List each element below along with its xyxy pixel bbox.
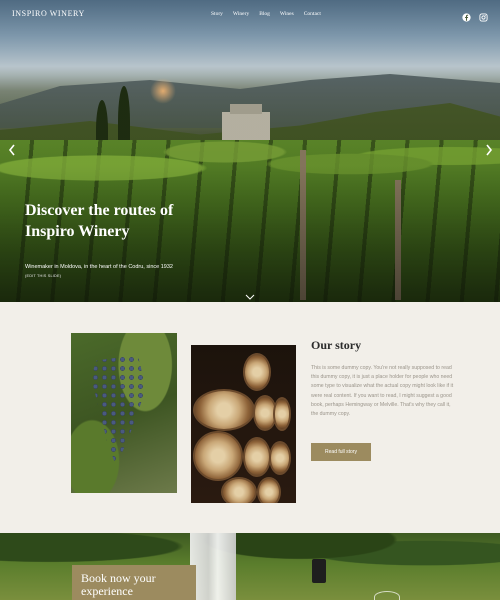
story-title: Our story: [311, 338, 362, 352]
barrel: [243, 437, 271, 477]
hero-subtitle: Winemaker in Moldova, in the heart of th…: [25, 264, 173, 270]
edit-slide-link[interactable]: (EDIT THIS SLIDE): [25, 274, 61, 278]
menu-item-blog[interactable]: Blog: [259, 11, 270, 17]
story-text: This is some dummy copy. You're not real…: [311, 365, 454, 418]
slider-next-arrow[interactable]: [484, 143, 494, 157]
menu-item-story[interactable]: Story: [211, 11, 223, 17]
hero-overlay: [0, 0, 500, 302]
barrel: [193, 431, 243, 481]
menu-item-wines[interactable]: Wines: [280, 11, 294, 17]
instagram-icon[interactable]: [479, 9, 488, 22]
barrel: [243, 353, 271, 391]
white-curtain: [190, 533, 236, 600]
hero-slider: INSPIRO WINERY Story Winery Blog Wines C…: [0, 0, 500, 302]
lantern: [312, 559, 326, 583]
hero-title: Discover the routes of Inspiro Winery: [25, 202, 174, 240]
main-menu: Story Winery Blog Wines Contact: [211, 11, 321, 17]
read-full-story-button[interactable]: Read full story: [311, 443, 371, 461]
booking-title: Book now your experience: [81, 571, 156, 598]
top-navigation: INSPIRO WINERY Story Winery Blog Wines C…: [0, 0, 500, 30]
social-links: [462, 9, 488, 22]
barrels-image: [191, 345, 296, 503]
menu-item-contact[interactable]: Contact: [304, 11, 321, 17]
barrel: [269, 441, 291, 475]
barrel: [273, 397, 291, 431]
slider-prev-arrow[interactable]: [7, 143, 17, 157]
barrel: [193, 389, 255, 431]
facebook-icon[interactable]: [462, 9, 471, 22]
grapes-image: [71, 333, 177, 493]
site-logo[interactable]: INSPIRO WINERY: [12, 9, 85, 18]
grape-cluster: [91, 355, 146, 465]
barrel: [257, 477, 281, 503]
barrel: [221, 477, 257, 503]
scroll-down-icon[interactable]: [245, 287, 255, 300]
booking-card: Book now your experience: [72, 565, 196, 600]
wine-glass: [374, 591, 400, 600]
menu-item-winery[interactable]: Winery: [233, 11, 249, 17]
